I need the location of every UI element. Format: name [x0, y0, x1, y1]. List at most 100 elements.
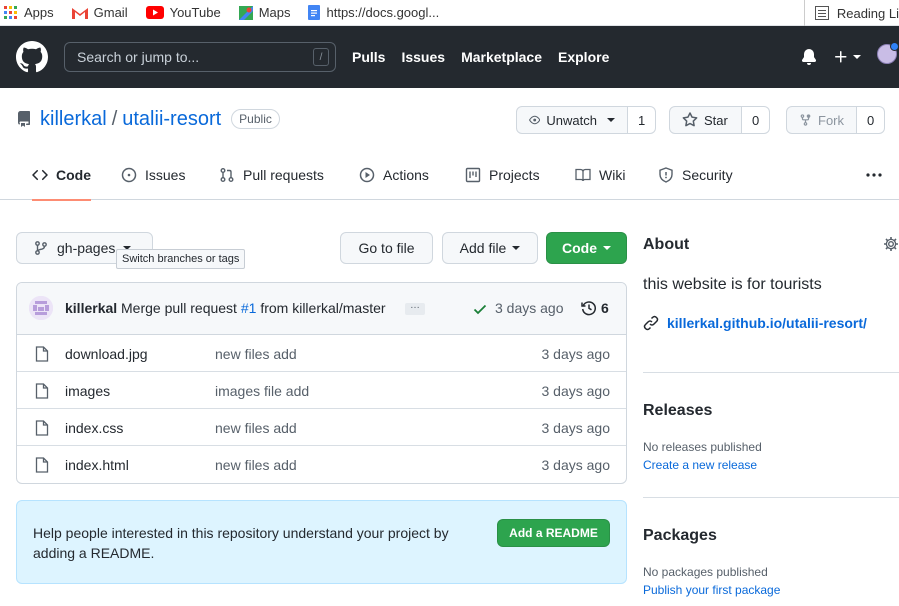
commit-message[interactable]: Merge pull request #1 from killerkal/mas… [121, 300, 386, 316]
nav-marketplace[interactable]: Marketplace [461, 49, 542, 65]
tab-label: Issues [145, 167, 186, 183]
nav-issues[interactable]: Issues [401, 49, 445, 65]
tab-label: Projects [489, 167, 540, 183]
tab-pull-requests[interactable]: Pull requests [219, 150, 324, 200]
bookmarks-bar: Apps Gmail YouTube Maps https://docs.goo… [0, 0, 899, 26]
nav-explore[interactable]: Explore [558, 49, 609, 65]
bookmark-label: https://docs.googl... [326, 5, 440, 20]
apps-grid-icon [4, 5, 17, 19]
book-icon [575, 168, 591, 182]
fork-button[interactable]: Fork [786, 106, 857, 134]
tab-wiki[interactable]: Wiki [575, 150, 625, 200]
pr-link[interactable]: #1 [241, 300, 257, 316]
go-to-file-button[interactable]: Go to file [340, 232, 433, 264]
star-button-group: Star 0 [669, 106, 771, 134]
tab-label: Pull requests [243, 167, 324, 183]
file-list: killerkal Merge pull request #1 from kil… [16, 282, 627, 484]
shield-icon [659, 167, 673, 183]
caret-down-icon [512, 246, 521, 250]
reading-list[interactable]: Reading Li [803, 0, 899, 26]
file-name[interactable]: download.jpg [65, 346, 148, 362]
create-new-button[interactable] [833, 49, 861, 65]
tab-actions[interactable]: Actions [359, 150, 429, 200]
file-age: 3 days ago [541, 457, 611, 473]
file-commit-message[interactable]: images file add [215, 383, 309, 399]
github-logo-icon[interactable] [16, 41, 48, 73]
bookmark-maps[interactable]: Maps [238, 5, 291, 20]
branch-icon [35, 241, 47, 255]
repo-name-link[interactable]: utalii-resort [122, 108, 221, 131]
bell-icon[interactable] [801, 49, 817, 65]
file-row[interactable]: images images file add 3 days ago [17, 372, 626, 409]
file-icon [35, 346, 49, 362]
bookmark-youtube[interactable]: YouTube [145, 5, 221, 20]
fork-count[interactable]: 0 [857, 106, 886, 134]
header-actions [801, 26, 899, 88]
user-avatar-button[interactable] [877, 42, 899, 70]
website-link[interactable]: killerkal.github.io/utalii-resort/ [643, 315, 867, 331]
fork-icon [800, 114, 811, 126]
repo-owner-link[interactable]: killerkal [40, 108, 107, 131]
add-file-button[interactable]: Add file [442, 232, 538, 264]
commit-message-suffix: from killerkal/master [260, 300, 386, 316]
tab-projects[interactable]: Projects [465, 150, 540, 200]
nav-pulls[interactable]: Pulls [352, 49, 385, 65]
docs-icon [308, 5, 321, 20]
search-placeholder: Search or jump to... [77, 49, 200, 65]
repo-icon [17, 111, 30, 127]
file-commit-message[interactable]: new files add [215, 420, 297, 436]
file-icon [35, 383, 49, 399]
file-age: 3 days ago [541, 383, 611, 399]
commit-author[interactable]: killerkal [65, 300, 117, 316]
youtube-icon [145, 6, 164, 19]
publish-package-link[interactable]: Publish your first package [643, 583, 780, 597]
commit-history-link[interactable]: 6 [581, 300, 609, 316]
project-icon [465, 167, 481, 183]
releases-heading[interactable]: Releases [643, 402, 712, 420]
bookmark-docs[interactable]: https://docs.googl... [308, 5, 439, 20]
bookmark-apps[interactable]: Apps [4, 5, 54, 20]
notification-dot-icon [890, 42, 899, 51]
file-row[interactable]: download.jpg new files add 3 days ago [17, 335, 626, 372]
tab-label: Wiki [599, 167, 626, 183]
eye-icon [529, 115, 541, 125]
star-count[interactable]: 0 [742, 106, 771, 134]
search-shortcut-badge: / [313, 48, 329, 66]
file-commit-message[interactable]: new files add [215, 346, 297, 362]
star-button[interactable]: Star [669, 106, 742, 134]
file-name[interactable]: index.html [65, 457, 129, 473]
reading-list-icon [814, 6, 829, 20]
website-url: killerkal.github.io/utalii-resort/ [667, 315, 867, 331]
tab-label: Actions [383, 167, 429, 183]
packages-heading[interactable]: Packages [643, 527, 717, 545]
watch-count[interactable]: 1 [628, 106, 657, 134]
file-row[interactable]: index.html new files add 3 days ago [17, 446, 626, 483]
file-name[interactable]: images [65, 383, 110, 399]
about-settings-button[interactable] [883, 236, 899, 252]
unwatch-button[interactable]: Unwatch [516, 106, 628, 134]
expand-commit-button[interactable]: … [405, 301, 425, 315]
tab-issues[interactable]: Issues [121, 150, 185, 200]
repo-title: killerkal / utalii-resort Public [16, 104, 280, 134]
plus-icon [835, 51, 847, 63]
bookmark-gmail[interactable]: Gmail [71, 5, 128, 20]
create-release-link[interactable]: Create a new release [643, 458, 757, 472]
bookmark-label: YouTube [169, 5, 221, 20]
file-commit-message[interactable]: new files add [215, 457, 297, 473]
code-button-label: Code [562, 240, 597, 256]
code-button[interactable]: Code [546, 232, 627, 264]
pull-request-icon [220, 168, 234, 182]
tab-code[interactable]: Code [32, 150, 91, 201]
bookmark-label: Maps [258, 5, 291, 20]
tab-security[interactable]: Security [658, 150, 733, 200]
more-tabs-button[interactable] [865, 166, 883, 184]
avatar[interactable] [29, 296, 53, 320]
divider [643, 372, 899, 373]
add-readme-button[interactable]: Add a README [497, 519, 610, 547]
commit-time[interactable]: 3 days ago [495, 300, 564, 316]
file-name[interactable]: index.css [65, 420, 123, 436]
file-icon [35, 457, 49, 473]
branch-name: gh-pages [57, 240, 116, 256]
search-input[interactable]: Search or jump to... / [64, 42, 336, 72]
file-row[interactable]: index.css new files add 3 days ago [17, 409, 626, 446]
